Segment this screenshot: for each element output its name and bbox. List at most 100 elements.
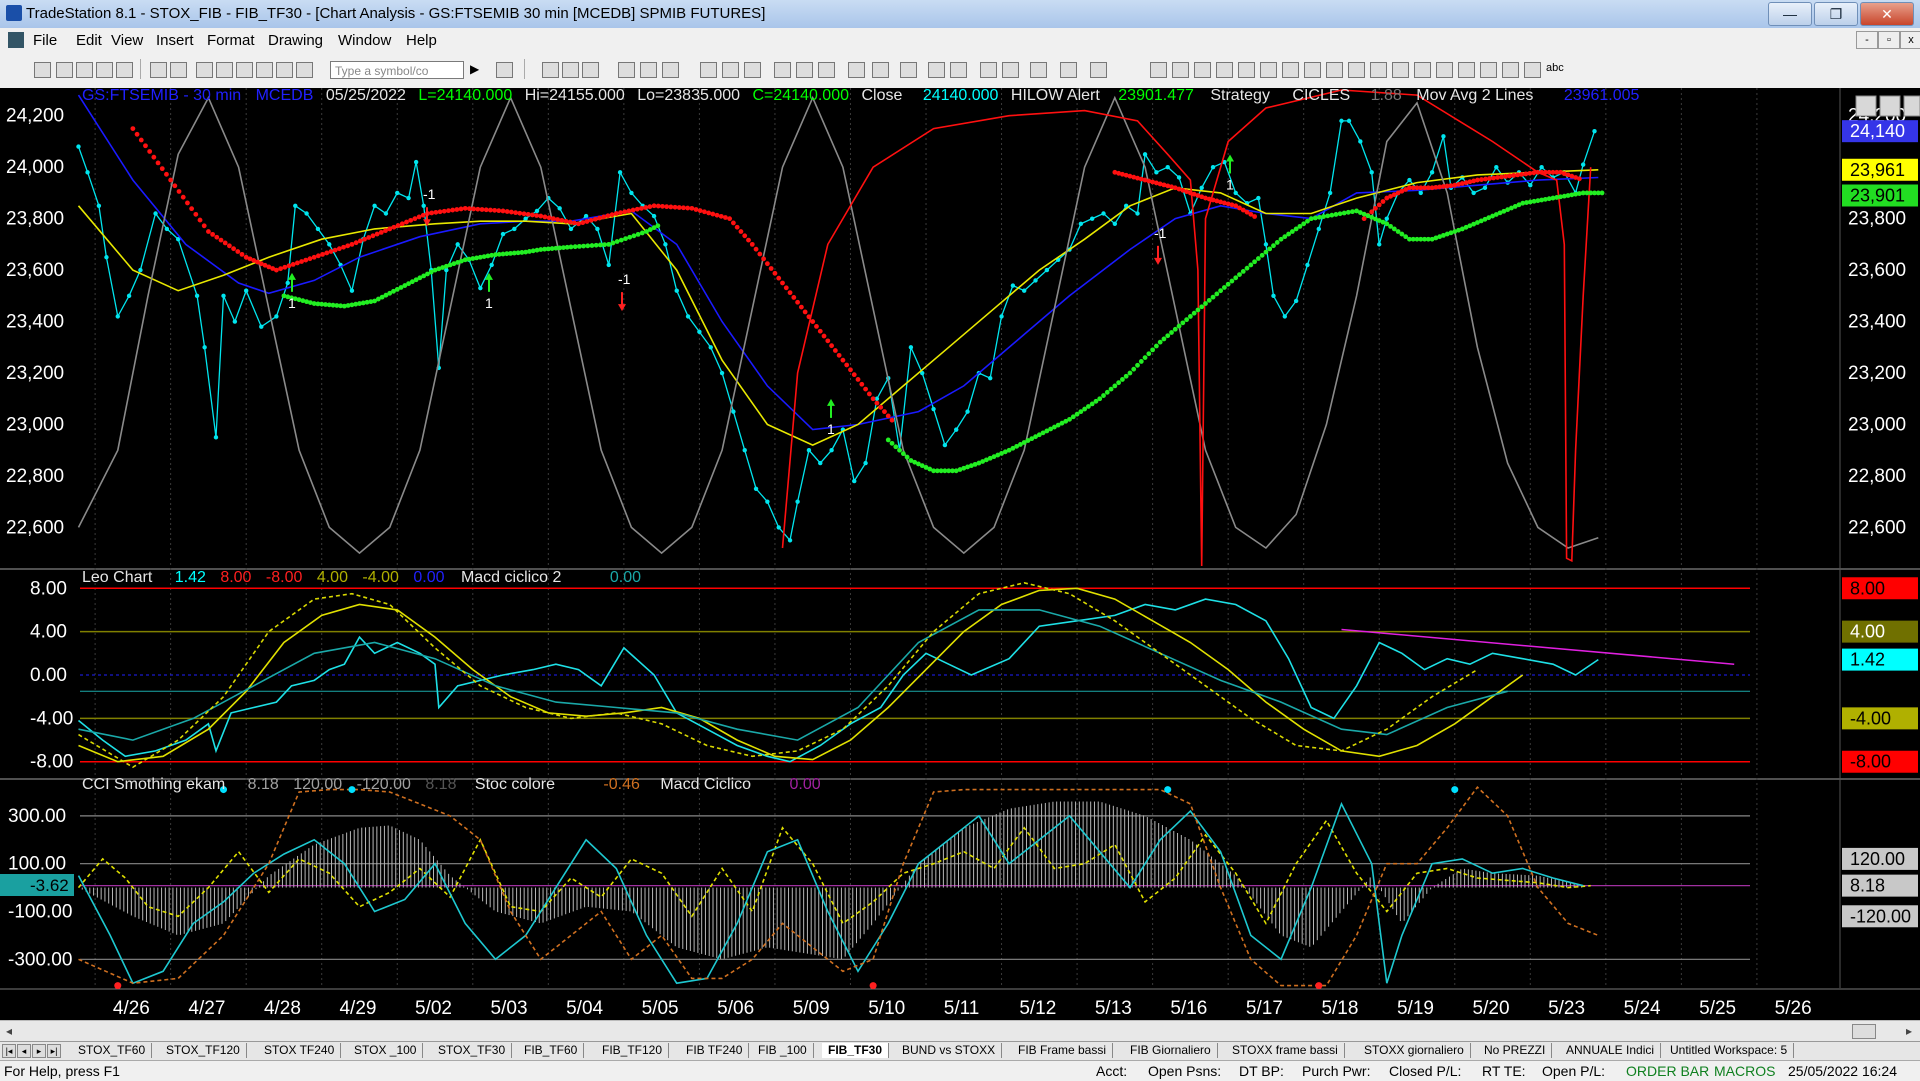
data-icon[interactable]: [872, 62, 889, 78]
layout-icon[interactable]: [216, 62, 233, 78]
leo-trendline[interactable]: [1341, 628, 1735, 665]
tab-stox-tf60[interactable]: STOX_TF60: [72, 1043, 153, 1058]
pane-restore-button[interactable]: [1879, 95, 1901, 117]
tab-fib-tf120[interactable]: FIB_TF120: [596, 1043, 670, 1058]
tab-fib-tf60[interactable]: FIB_TF60: [518, 1043, 585, 1058]
trendline-icon[interactable]: [1150, 62, 1167, 78]
chart-horizontal-scrollbar[interactable]: ◂ ▸: [0, 1020, 1920, 1041]
minimize-button[interactable]: —: [1768, 2, 1812, 26]
tab-stox-tf120[interactable]: STOX_TF120: [160, 1043, 247, 1058]
hline-icon[interactable]: [1172, 62, 1189, 78]
menu-drawing[interactable]: Drawing: [268, 32, 323, 49]
menu-edit[interactable]: Edit: [76, 32, 102, 49]
cycle-icon[interactable]: [1392, 62, 1409, 78]
pane-minimize-button[interactable]: [1855, 95, 1877, 117]
tab-fib-frame-bassi[interactable]: FIB Frame bassi: [1012, 1043, 1114, 1058]
menu-insert[interactable]: Insert: [156, 32, 194, 49]
text-tool-icon[interactable]: abc: [1546, 62, 1570, 76]
settings-icon[interactable]: [296, 62, 313, 78]
print-preview-icon[interactable]: [170, 62, 187, 78]
order-bar-button[interactable]: ORDER BAR: [1626, 1063, 1709, 1079]
restore-button[interactable]: ❐: [1814, 2, 1858, 26]
format-icon[interactable]: [848, 62, 865, 78]
menu-file[interactable]: File: [33, 32, 57, 49]
tab-bund-vs-stoxx[interactable]: BUND vs STOXX: [896, 1043, 1003, 1058]
line-chart-icon[interactable]: [744, 62, 761, 78]
scroll-right-icon[interactable]: ▸: [1906, 1024, 1912, 1038]
up-arrow-icon[interactable]: [1458, 62, 1475, 78]
regression-icon[interactable]: [1304, 62, 1321, 78]
pointer-icon[interactable]: [980, 62, 997, 78]
scanner-icon[interactable]: [618, 62, 635, 78]
rectangle-icon[interactable]: [1524, 62, 1541, 78]
drawing-icon[interactable]: [1090, 62, 1107, 78]
menu-window[interactable]: Window: [338, 32, 391, 49]
chart-analysis-window[interactable]: 1 -1 1 -1 1 -1 1 22,600 22,600 22,800 22,800 23,00…: [0, 87, 1920, 1020]
tab-stox-tf240[interactable]: STOX TF240: [258, 1043, 342, 1058]
save-icon[interactable]: [76, 62, 93, 78]
menu-view[interactable]: View: [111, 32, 143, 49]
pane-close-button[interactable]: [1903, 95, 1920, 117]
scroll-thumb[interactable]: [1852, 1024, 1876, 1039]
speed-lines-icon[interactable]: [1282, 62, 1299, 78]
zoom-in-icon[interactable]: [928, 62, 945, 78]
tab-untitled-workspace-5[interactable]: Untitled Workspace: 5: [1664, 1043, 1795, 1058]
tab-nav-button[interactable]: ▸|: [47, 1044, 61, 1058]
window-icon[interactable]: [196, 62, 213, 78]
tab-no-prezzi[interactable]: No PREZZI: [1478, 1043, 1553, 1058]
arc-icon[interactable]: [1370, 62, 1387, 78]
chart-doc-icon[interactable]: [8, 32, 24, 48]
tab-stox-tf30[interactable]: STOX_TF30: [432, 1043, 513, 1058]
channel-icon[interactable]: [1216, 62, 1233, 78]
grid-icon[interactable]: [236, 62, 253, 78]
ellipse-icon[interactable]: [1502, 62, 1519, 78]
open-icon[interactable]: [56, 62, 73, 78]
crosshair-icon[interactable]: [1002, 62, 1019, 78]
tab-nav-button[interactable]: |◂: [2, 1044, 16, 1058]
menu-format[interactable]: Format: [207, 32, 255, 49]
lock-icon[interactable]: [256, 62, 273, 78]
symbol-input[interactable]: Type a symbol/co: [330, 61, 464, 79]
tab-fib-tf30[interactable]: FIB_TF30: [822, 1043, 890, 1058]
tab-fib-tf240[interactable]: FIB TF240: [680, 1043, 750, 1058]
zoom-out-icon[interactable]: [950, 62, 967, 78]
print-icon[interactable]: [150, 62, 167, 78]
bar-chart-icon[interactable]: [700, 62, 717, 78]
tab-nav-button[interactable]: ▸: [32, 1044, 46, 1058]
optionstation-icon[interactable]: [640, 62, 657, 78]
menu-help[interactable]: Help: [406, 32, 437, 49]
mdi-minimize-button[interactable]: -: [1856, 31, 1878, 49]
macros-button[interactable]: MACROS: [1714, 1063, 1775, 1079]
signal-icon[interactable]: [818, 62, 835, 78]
chart-icon[interactable]: [542, 62, 559, 78]
fib-icon[interactable]: [1238, 62, 1255, 78]
tab-fib-giornaliero[interactable]: FIB Giornaliero: [1124, 1043, 1218, 1058]
freehand-icon[interactable]: [1414, 62, 1431, 78]
hammer-icon[interactable]: [1030, 62, 1047, 78]
tab-fib-100[interactable]: FIB _100: [752, 1043, 814, 1058]
pitchfork-icon[interactable]: [1348, 62, 1365, 78]
save-all-icon[interactable]: [96, 62, 113, 78]
mdi-restore-button[interactable]: ▫: [1878, 31, 1900, 49]
tab-annuale-indici[interactable]: ANNUALE Indici: [1560, 1043, 1662, 1058]
play-icon[interactable]: ▶: [470, 62, 485, 76]
workspace-icon[interactable]: [662, 62, 679, 78]
alert-icon[interactable]: [1060, 62, 1077, 78]
folder-icon[interactable]: [116, 62, 133, 78]
symbol-lookup-icon[interactable]: [496, 62, 513, 78]
scroll-left-icon[interactable]: ◂: [6, 1024, 12, 1038]
close-button[interactable]: ✕: [1860, 2, 1914, 26]
tab-stoxx-giornaliero[interactable]: STOXX giornaliero: [1358, 1043, 1471, 1058]
radar-icon[interactable]: [562, 62, 579, 78]
tab-stoxx-frame-bassi[interactable]: STOXX frame bassi: [1226, 1043, 1345, 1058]
down-arrow-icon[interactable]: [1480, 62, 1497, 78]
move-icon[interactable]: [900, 62, 917, 78]
insert-icon[interactable]: [276, 62, 293, 78]
indicator-icon[interactable]: [774, 62, 791, 78]
chart-svg[interactable]: 1 -1 1 -1 1 -1 1 22,600 22,600 22,800 22,800 23,00…: [0, 87, 1920, 1020]
tab-nav-button[interactable]: ◂: [17, 1044, 31, 1058]
pencil-icon[interactable]: [1436, 62, 1453, 78]
arrow-icon[interactable]: [1326, 62, 1343, 78]
new-icon[interactable]: [34, 62, 51, 78]
mdi-close-button[interactable]: x: [1900, 31, 1920, 49]
